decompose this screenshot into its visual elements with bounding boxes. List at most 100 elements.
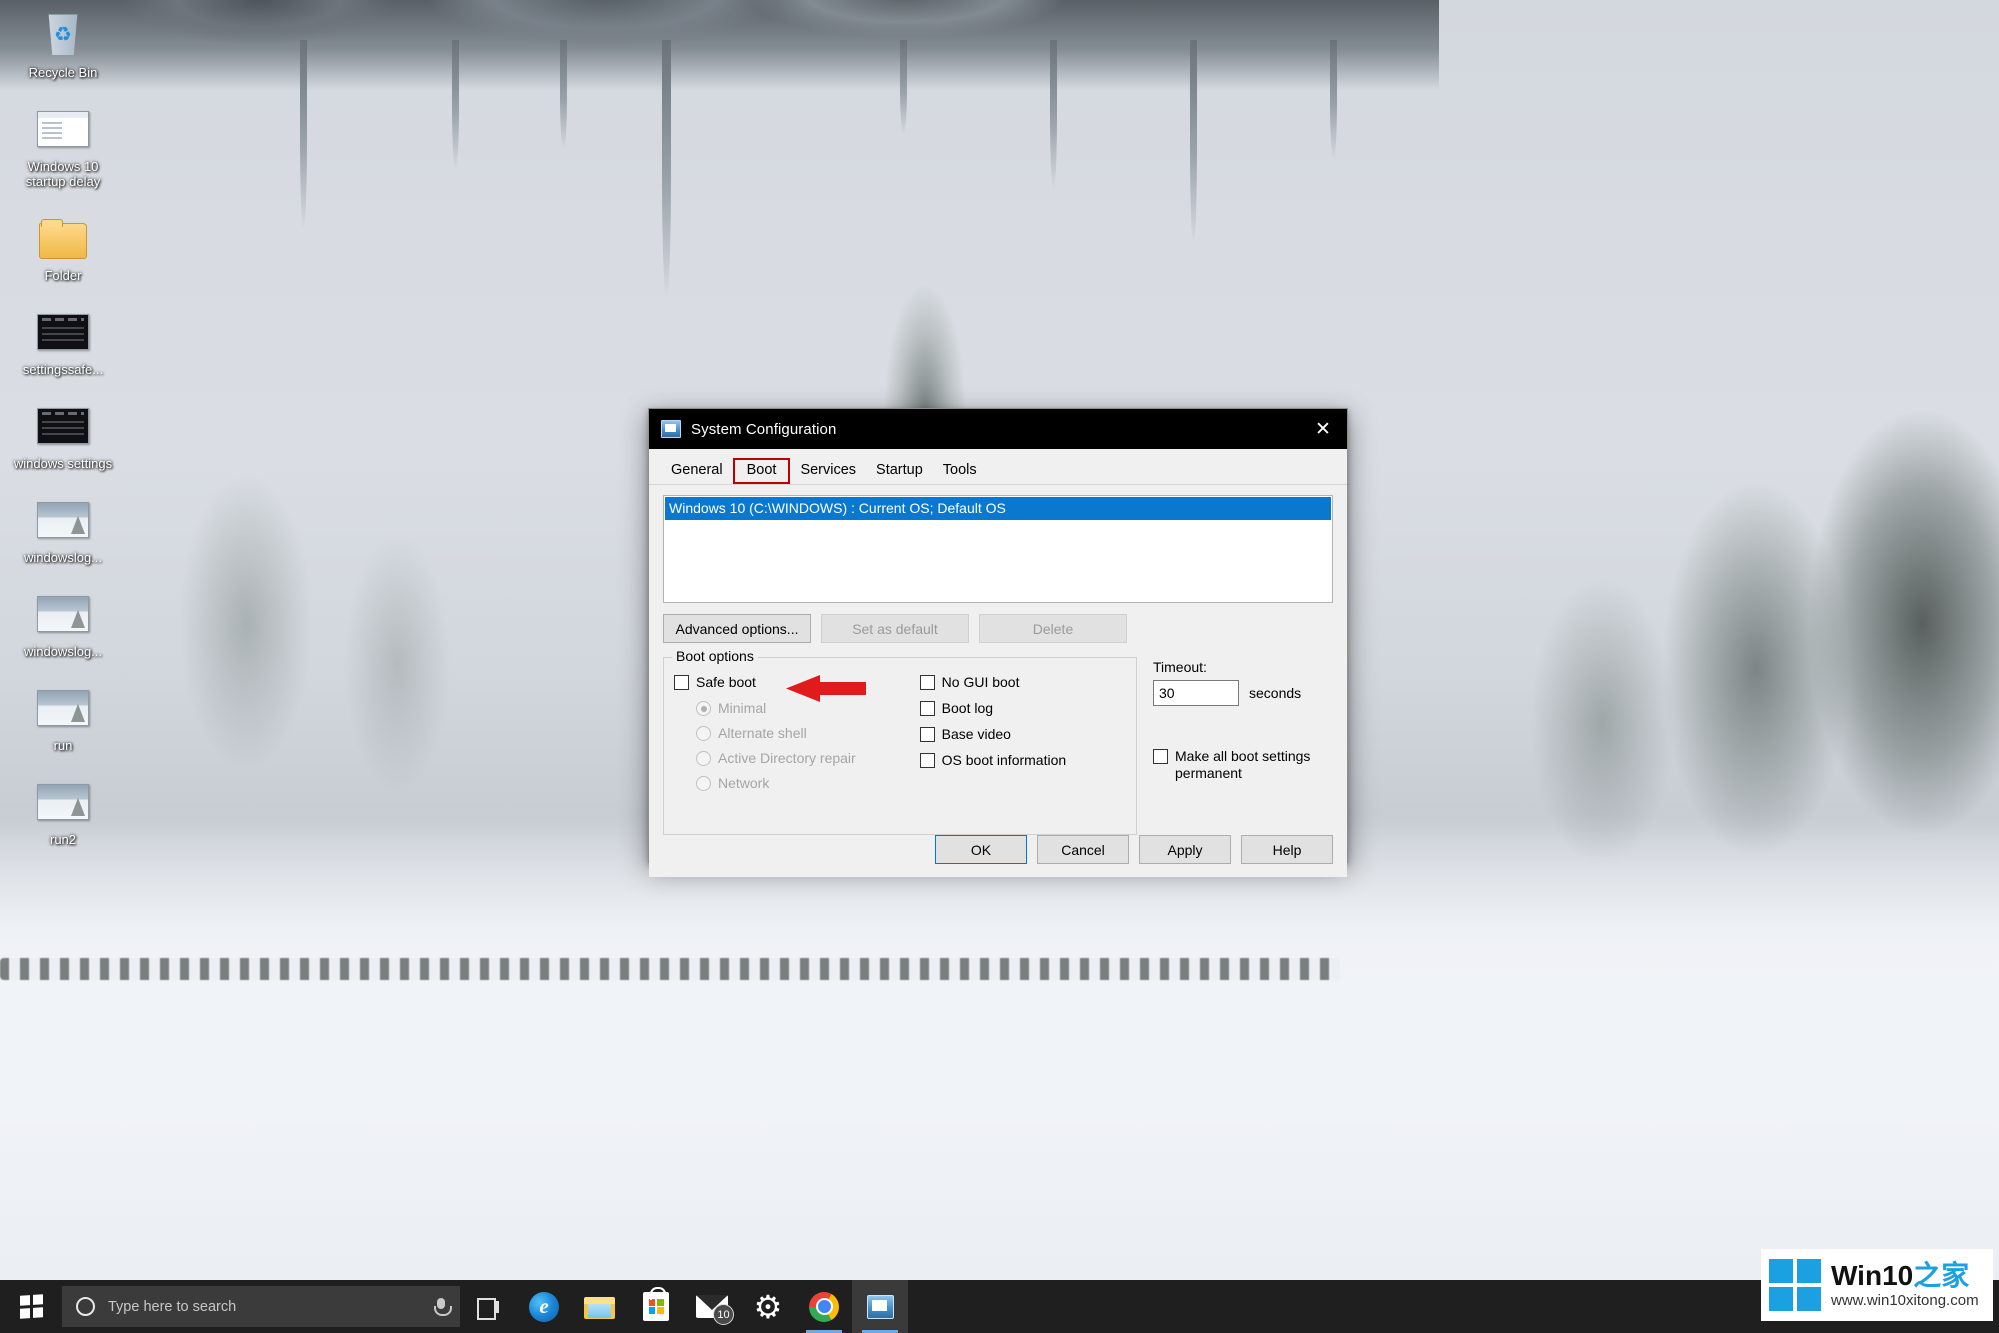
checkbox-label: Boot log bbox=[941, 700, 994, 716]
desktop-icon-folder[interactable]: Folder bbox=[8, 213, 118, 283]
desktop-icon-label: windows settings bbox=[13, 456, 113, 471]
microsoft-store-icon bbox=[643, 1287, 669, 1321]
watermark-url: www.win10xitong.com bbox=[1831, 1291, 1979, 1309]
desktop-icon-recycle-bin[interactable]: Recycle Bin bbox=[8, 10, 118, 80]
seconds-label: seconds bbox=[1249, 685, 1302, 701]
dialog-title: System Configuration bbox=[691, 420, 837, 438]
boot-options-area: Boot options Safe boot Minimal Alternate… bbox=[663, 648, 1333, 835]
gear-icon bbox=[754, 1293, 782, 1321]
taskbar-item-system-configuration[interactable] bbox=[852, 1280, 908, 1333]
photo-screenshot-icon bbox=[34, 777, 92, 827]
checkbox-label: Base video bbox=[941, 726, 1011, 742]
radio-icon[interactable] bbox=[696, 776, 711, 791]
dark-screenshot-icon bbox=[34, 307, 92, 357]
mail-unread-badge: 10 bbox=[713, 1304, 734, 1325]
desktop-icon-settingssafe[interactable]: settingssafe... bbox=[8, 307, 118, 377]
taskbar-item-microsoft-store[interactable] bbox=[628, 1280, 684, 1333]
tab-startup[interactable]: Startup bbox=[866, 458, 933, 484]
desktop-icon-run2[interactable]: run2 bbox=[8, 777, 118, 847]
search-placeholder-text: Type here to search bbox=[108, 1298, 237, 1315]
timeout-input[interactable] bbox=[1153, 680, 1239, 706]
checkbox-label: OS boot information bbox=[941, 752, 1067, 768]
tab-services[interactable]: Services bbox=[790, 458, 866, 484]
taskbar-item-settings[interactable] bbox=[740, 1280, 796, 1333]
delete-button[interactable]: Delete bbox=[979, 614, 1127, 643]
radio-alternate-shell[interactable]: Alternate shell bbox=[696, 725, 920, 742]
desktop-icon-run[interactable]: run bbox=[8, 683, 118, 753]
tab-general[interactable]: General bbox=[661, 458, 733, 484]
taskbar-item-mail[interactable]: 10 bbox=[684, 1280, 740, 1333]
microphone-icon[interactable] bbox=[432, 1297, 452, 1317]
radio-network[interactable]: Network bbox=[696, 775, 920, 792]
watermark-brand: Win10之家 bbox=[1831, 1260, 1979, 1291]
checkbox-boot-log[interactable]: Boot log bbox=[919, 700, 1126, 717]
checkbox-no-gui-boot[interactable]: No GUI boot bbox=[919, 674, 1126, 691]
icicle bbox=[560, 40, 567, 150]
ok-button[interactable]: OK bbox=[935, 835, 1027, 864]
taskbar-item-file-explorer[interactable] bbox=[572, 1280, 628, 1333]
site-watermark: Win10之家 www.win10xitong.com bbox=[1761, 1249, 1993, 1321]
checkbox-icon[interactable] bbox=[919, 727, 935, 742]
system-configuration-icon bbox=[661, 420, 681, 438]
timeout-label: Timeout: bbox=[1153, 659, 1207, 675]
radio-label: Alternate shell bbox=[718, 725, 807, 741]
make-permanent-label: Make all boot settings permanent bbox=[1175, 748, 1311, 781]
make-permanent-checkbox-row[interactable]: Make all boot settings permanent bbox=[1153, 748, 1333, 782]
cancel-button[interactable]: Cancel bbox=[1037, 835, 1129, 864]
help-button[interactable]: Help bbox=[1241, 835, 1333, 864]
taskbar-item-edge[interactable]: e bbox=[516, 1280, 572, 1333]
radio-label: Network bbox=[718, 775, 770, 791]
checkbox-icon[interactable] bbox=[919, 675, 935, 690]
icicle bbox=[300, 40, 307, 230]
close-icon[interactable]: ✕ bbox=[1299, 409, 1347, 449]
folder-icon bbox=[34, 213, 92, 263]
radio-active-directory-repair[interactable]: Active Directory repair bbox=[696, 750, 920, 767]
taskbar: Type here to search e 10 bbox=[0, 1280, 1999, 1333]
apply-button[interactable]: Apply bbox=[1139, 835, 1231, 864]
radio-minimal[interactable]: Minimal bbox=[696, 700, 920, 717]
photo-screenshot-icon bbox=[34, 589, 92, 639]
radio-icon[interactable] bbox=[696, 701, 711, 716]
desktop-icon-label: run2 bbox=[49, 832, 77, 847]
checkbox-icon[interactable] bbox=[919, 701, 935, 716]
icicle bbox=[662, 40, 671, 300]
tab-boot[interactable]: Boot bbox=[732, 458, 791, 484]
edge-icon: e bbox=[529, 1291, 559, 1322]
checkbox-os-boot-information[interactable]: OS boot information bbox=[919, 752, 1126, 769]
set-as-default-button[interactable]: Set as default bbox=[821, 614, 969, 643]
safe-boot-column: Safe boot Minimal Alternate shell Active… bbox=[674, 674, 920, 800]
photo-screenshot-icon bbox=[34, 683, 92, 733]
desktop-icon-label: Recycle Bin bbox=[28, 65, 98, 80]
checkbox-icon[interactable] bbox=[1153, 749, 1168, 764]
boot-options-group: Boot options Safe boot Minimal Alternate… bbox=[663, 648, 1137, 835]
taskbar-item-chrome[interactable] bbox=[796, 1280, 852, 1333]
recycle-bin-icon bbox=[34, 10, 92, 60]
cortana-icon bbox=[76, 1297, 95, 1316]
tab-bar: General Boot Services Startup Tools bbox=[649, 449, 1347, 485]
desktop-icon-windows-10-startup-delay[interactable]: Windows 10 startup delay bbox=[8, 104, 118, 189]
os-list-item[interactable]: Windows 10 (C:\WINDOWS) : Current OS; De… bbox=[665, 497, 1331, 520]
tab-tools[interactable]: Tools bbox=[933, 458, 987, 484]
checkbox-icon[interactable] bbox=[919, 753, 935, 768]
start-button[interactable] bbox=[0, 1280, 62, 1333]
task-view-button[interactable] bbox=[460, 1280, 516, 1333]
desktop-icon-label: settingssafe... bbox=[22, 362, 104, 377]
checkbox-base-video[interactable]: Base video bbox=[919, 726, 1126, 743]
advanced-options-button[interactable]: Advanced options... bbox=[663, 614, 811, 643]
search-input[interactable]: Type here to search bbox=[62, 1286, 460, 1327]
desktop-icon-label: windowslog... bbox=[23, 644, 103, 659]
treeline-left bbox=[120, 300, 540, 820]
system-configuration-icon bbox=[866, 1294, 894, 1319]
icicle bbox=[1050, 40, 1057, 190]
desktop-icon-windowslog-2[interactable]: windowslog... bbox=[8, 589, 118, 659]
chrome-icon bbox=[809, 1291, 839, 1322]
dialog-titlebar[interactable]: System Configuration ✕ bbox=[649, 409, 1347, 449]
os-entry-list[interactable]: Windows 10 (C:\WINDOWS) : Current OS; De… bbox=[663, 495, 1333, 603]
radio-icon[interactable] bbox=[696, 726, 711, 741]
radio-icon[interactable] bbox=[696, 751, 711, 766]
desktop-icon-windowslog-1[interactable]: windowslog... bbox=[8, 495, 118, 565]
safe-boot-checkbox-row[interactable]: Safe boot bbox=[674, 674, 920, 702]
treeline-right bbox=[1359, 260, 1999, 920]
desktop-icon-windows-settings[interactable]: windows settings bbox=[8, 401, 118, 471]
checkbox-icon[interactable] bbox=[674, 675, 689, 690]
